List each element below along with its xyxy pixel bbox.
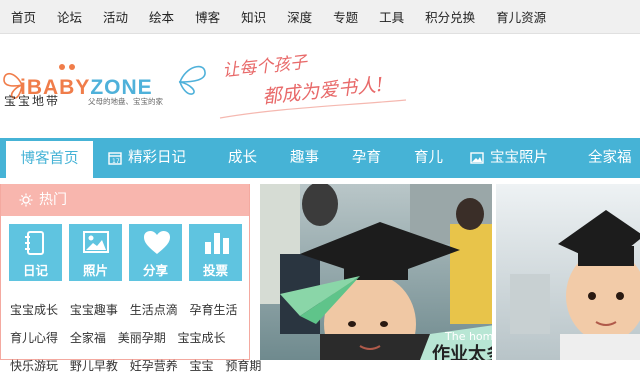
graduation-photo-image: The homework 作业太多	[260, 184, 640, 360]
slogan-line-1: 让每个孩子	[221, 52, 309, 82]
tile-vote-label: 投票	[202, 263, 228, 278]
tab-fun-label: 趣事	[290, 150, 319, 166]
featured-photo[interactable]: The homework 作业太多	[260, 184, 640, 360]
svg-text:17: 17	[112, 158, 120, 165]
tab-pregnancy[interactable]: 孕育	[352, 138, 381, 178]
topnav-events[interactable]: 活动	[103, 7, 128, 26]
topnav-blog[interactable]: 博客	[195, 7, 220, 26]
hot-links: 宝宝成长 宝宝趣事 生活点滴 孕育生活 育儿心得 全家福 美丽孕期 宝宝成长 快…	[10, 296, 269, 380]
hot-link[interactable]: 宝宝成长	[10, 303, 58, 317]
heart-icon	[144, 231, 170, 254]
tab-baby-photos[interactable]: 宝宝照片	[470, 138, 548, 178]
tab-pregnancy-label: 孕育	[352, 150, 381, 166]
topnav-parenting-resources[interactable]: 育儿资源	[496, 7, 546, 26]
tab-family[interactable]: 全家福	[588, 138, 632, 178]
dots-icon	[59, 64, 75, 70]
hot-link[interactable]: 妊孕营养	[130, 359, 178, 373]
tab-fun[interactable]: 趣事	[290, 138, 319, 178]
tab-growth[interactable]: 成长	[228, 138, 257, 178]
butterfly-wing-icon	[178, 65, 206, 95]
tile-diary[interactable]: 日记	[9, 224, 62, 281]
hot-link[interactable]: 快乐游玩	[10, 359, 58, 373]
tile-photos-label: 照片	[82, 263, 108, 278]
slogan-swoosh	[219, 99, 407, 119]
tile-share-label: 分享	[142, 263, 168, 278]
tab-parenting-label: 育儿	[414, 150, 443, 166]
hot-link[interactable]: 宝宝趣事	[70, 303, 118, 317]
hot-links-row: 育儿心得 全家福 美丽孕期 宝宝成长	[10, 324, 269, 352]
hot-link[interactable]: 宝宝成长	[178, 331, 226, 345]
hot-link[interactable]: 孕育生活	[190, 303, 238, 317]
topnav-topics[interactable]: 专题	[333, 7, 358, 26]
topnav-tools[interactable]: 工具	[379, 7, 404, 26]
site-header: iBABYZONE 宝宝地带 父母的地盘、宝宝的家 让每个孩子 都成为爱书人!	[0, 34, 640, 138]
calendar-icon: 17	[108, 152, 122, 165]
hot-links-row: 宝宝成长 宝宝趣事 生活点滴 孕育生活	[10, 296, 269, 324]
hot-link[interactable]: 全家福	[70, 331, 106, 345]
tab-parenting[interactable]: 育儿	[414, 138, 443, 178]
hot-link[interactable]: 预育期	[225, 359, 261, 373]
hot-panel: 热门 日记 照片 分享 投票 宝宝成长 宝宝趣事 生活点滴 孕育生活 育儿心得 …	[0, 184, 261, 373]
topnav-depth[interactable]: 深度	[287, 7, 312, 26]
topnav-home[interactable]: 首页	[11, 7, 36, 26]
hot-link[interactable]: 美丽孕期	[118, 331, 166, 345]
hot-tiles: 日记 照片 分享 投票	[9, 224, 249, 282]
hot-link[interactable]: 宝宝	[190, 359, 214, 373]
topnav-points-exchange[interactable]: 积分兑换	[425, 7, 475, 26]
logo-tagline: 父母的地盘、宝宝的家	[88, 97, 163, 106]
topnav-knowledge[interactable]: 知识	[241, 7, 266, 26]
tab-featured-diary-label: 精彩日记	[128, 150, 186, 166]
tile-vote[interactable]: 投票	[189, 224, 242, 281]
sun-icon	[19, 193, 33, 207]
hot-link[interactable]: 野儿早教	[70, 359, 118, 373]
image-icon	[470, 152, 484, 164]
topnav-picture-books[interactable]: 绘本	[149, 7, 174, 26]
tab-blog-home[interactable]: 博客首页	[6, 141, 93, 181]
top-nav: 首页 论坛 活动 绘本 博客 知识 深度 专题 工具 积分兑换 育儿资源	[0, 0, 640, 34]
notebook-icon	[25, 231, 44, 255]
tab-featured-diary[interactable]: 17 精彩日记	[108, 138, 186, 178]
tab-family-label: 全家福	[588, 150, 632, 166]
logo-name: 宝宝地带	[4, 94, 61, 108]
tab-baby-photos-label: 宝宝照片	[490, 150, 548, 166]
hot-title: 热门	[39, 192, 67, 208]
tile-share[interactable]: 分享	[129, 224, 182, 281]
tab-growth-label: 成长	[228, 150, 257, 166]
tab-blog-home-label: 博客首页	[20, 151, 79, 167]
tile-diary-label: 日记	[22, 263, 48, 278]
main-nav: 博客首页 17 精彩日记 成长 趣事 孕育 育儿 宝宝照片 全家福	[0, 138, 640, 181]
picture-icon	[83, 231, 109, 253]
hot-links-row: 快乐游玩 野儿早教 妊孕营养 宝宝 预育期	[10, 352, 269, 380]
bar-chart-icon	[205, 233, 229, 254]
hot-link[interactable]: 育儿心得	[10, 331, 58, 345]
tile-photos[interactable]: 照片	[69, 224, 122, 281]
topnav-forum[interactable]: 论坛	[57, 7, 82, 26]
hot-header: 热门	[1, 184, 249, 216]
slogan: 让每个孩子 都成为爱书人!	[218, 50, 408, 120]
hot-link[interactable]: 生活点滴	[130, 303, 178, 317]
